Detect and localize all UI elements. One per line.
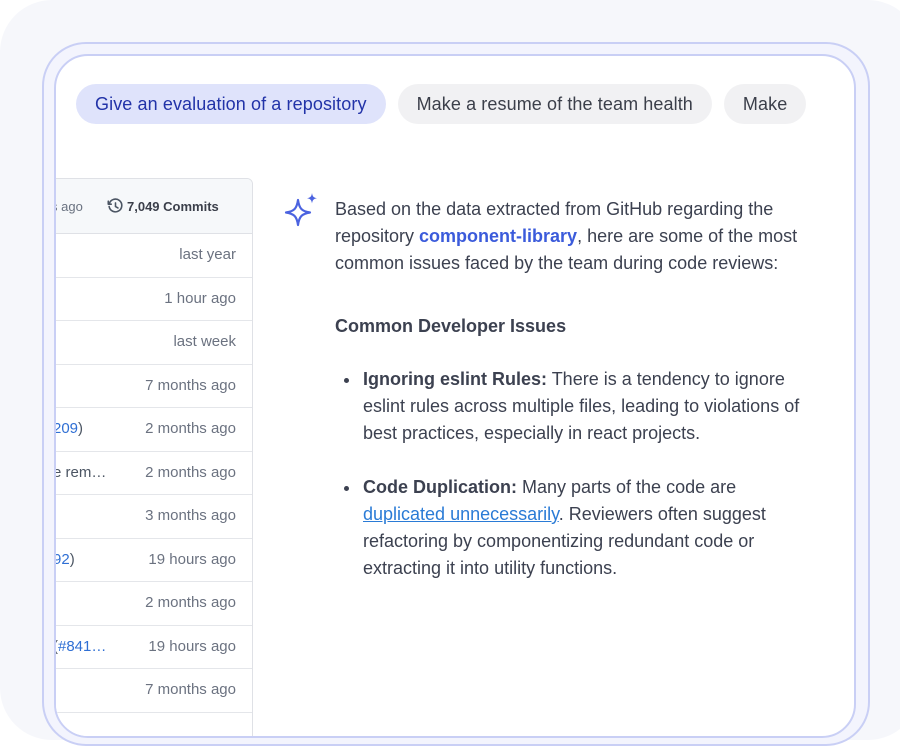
screen: Give an evaluation of a repository Make a… [54, 54, 856, 738]
pull-request-link[interactable]: #841… [58, 638, 106, 655]
sparkle-icon [284, 193, 317, 227]
commit-time: 7 months ago [145, 681, 236, 698]
issue-title: Code Duplication: [363, 477, 517, 497]
pull-request-link[interactable]: 209 [56, 420, 78, 437]
commit-time: 2 months ago [145, 463, 236, 481]
commit-message: 92) [56, 550, 75, 568]
issue-item: Code Duplication: Many parts of the code… [361, 474, 805, 582]
commit-time: 19 hours ago [148, 550, 236, 568]
commit-time: 2 months ago [145, 594, 236, 611]
commit-message: e rem… [54, 463, 107, 481]
commit-row[interactable]: e rem… 2 months ago [54, 452, 252, 495]
repo-panel-header: s ago 7,049 Commits [54, 179, 252, 234]
repository-commits-panel: s ago 7,049 Commits last year 1 hour ago l… [54, 178, 253, 736]
commit-row[interactable]: 2 months ago [56, 582, 252, 626]
commit-row[interactable]: 3 months ago [56, 495, 252, 539]
commit-time: 2 months ago [145, 420, 236, 437]
answer-intro: Based on the data extracted from GitHub … [335, 196, 805, 277]
commit-time: 1 hour ago [164, 289, 236, 307]
commit-row[interactable]: last week [56, 321, 252, 365]
chip-make[interactable]: Make [723, 84, 807, 124]
issue-item: Ignoring eslint Rules: There is a tenden… [361, 366, 805, 447]
commits-count: 7,049 Commits [127, 199, 219, 214]
commit-row[interactable]: 209) 2 months ago [56, 408, 252, 452]
issue-title: Ignoring eslint Rules: [363, 369, 548, 389]
commit-message: 209) [56, 420, 84, 437]
commits-link[interactable]: 7,049 Commits [107, 198, 219, 215]
answer-text: Based on the data extracted from GitHub … [335, 196, 805, 609]
chip-evaluate-repository[interactable]: Give an evaluation of a repository [76, 84, 386, 124]
commit-time: 19 hours ago [148, 637, 236, 655]
commit-message: (#841… [56, 638, 106, 655]
suggestion-chips: Give an evaluation of a repository Make a… [76, 84, 818, 124]
commit-row[interactable]: 92) 19 hours ago [56, 539, 252, 582]
commit-row[interactable]: 1 hour ago [56, 278, 252, 321]
commit-row[interactable]: 7 months ago [56, 669, 252, 713]
commit-list: last year 1 hour ago last week 7 months ago… [54, 234, 252, 713]
section-title: Common Developer Issues [335, 316, 567, 336]
commit-time: 3 months ago [145, 507, 236, 524]
commit-row[interactable]: (#841… 19 hours ago [56, 626, 252, 669]
commit-message-suffix: ) [78, 420, 84, 437]
commit-time: last week [173, 333, 236, 350]
commit-row[interactable]: 7 months ago [56, 365, 252, 408]
issue-text-before: Many parts of the code are [517, 477, 737, 497]
chip-team-health-resume[interactable]: Make a resume of the team health [397, 84, 712, 124]
commit-message-suffix: ) [69, 550, 75, 568]
pull-request-link[interactable]: 92 [56, 551, 70, 568]
history-icon [107, 198, 123, 213]
commit-time: 7 months ago [145, 376, 236, 394]
last-commit-time: s ago [54, 199, 83, 214]
issues-list: Ignoring eslint Rules: There is a tenden… [335, 366, 805, 582]
duplicated-link[interactable]: duplicated unnecessarily [363, 504, 559, 524]
commit-message-text: e rem… [54, 463, 107, 481]
repository-link[interactable]: component-library [419, 226, 577, 246]
commit-time: last year [179, 246, 236, 263]
commit-row[interactable]: last year [56, 234, 252, 278]
